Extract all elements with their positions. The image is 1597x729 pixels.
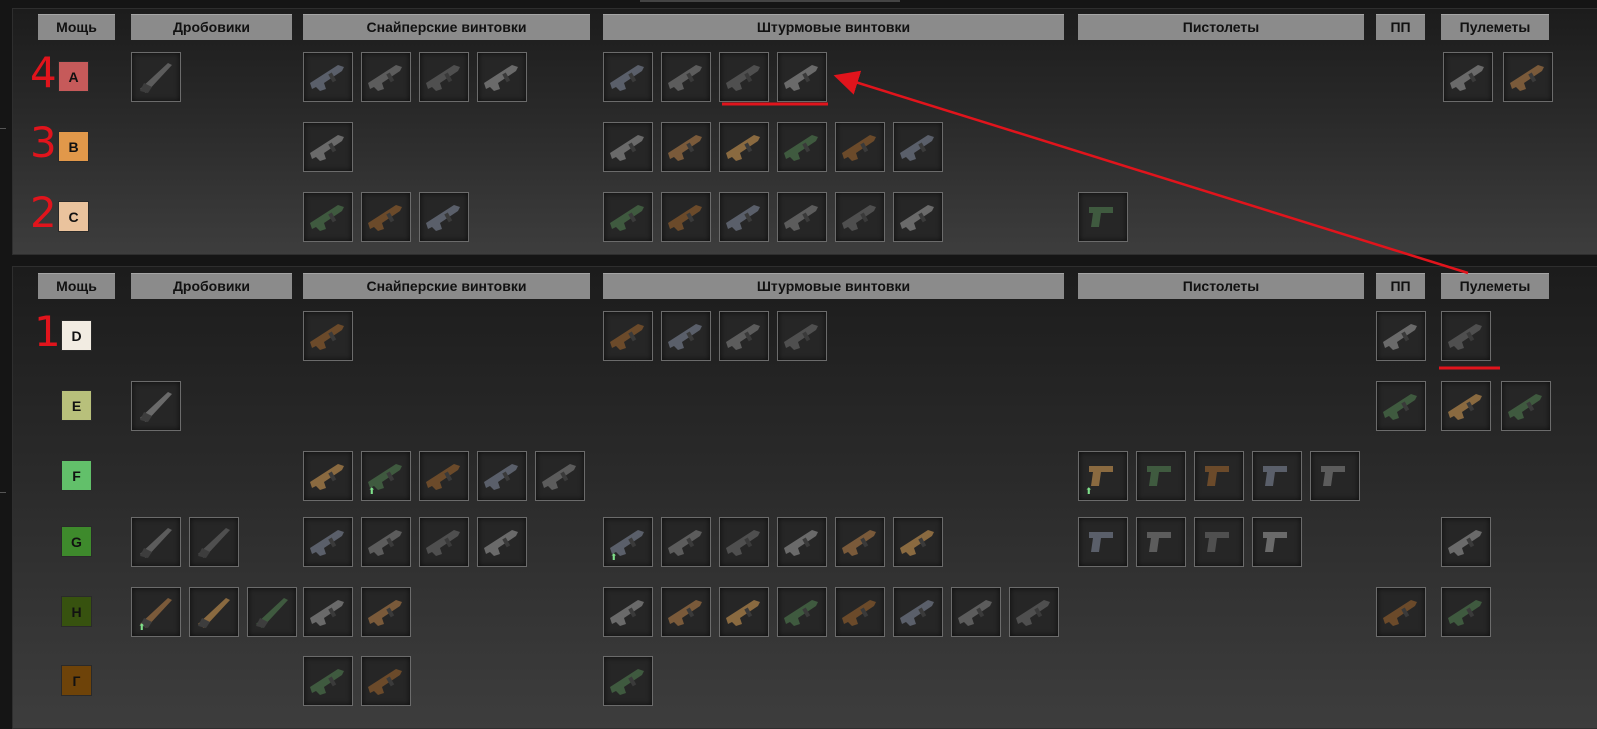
annotation-arrow bbox=[833, 70, 1469, 275]
annotation-overlay bbox=[722, 70, 1500, 370]
